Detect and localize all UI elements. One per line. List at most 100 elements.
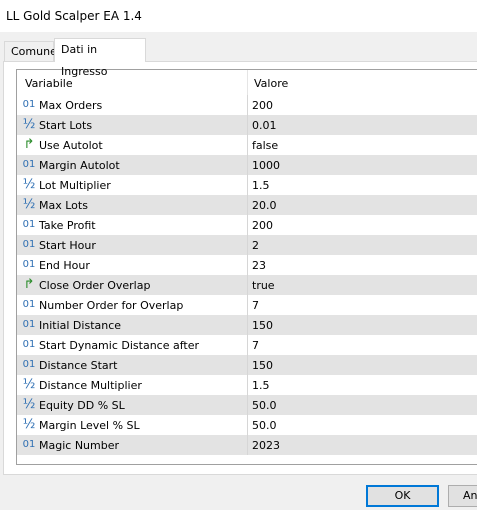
table-row[interactable]: 01 Number Order for Overlap 7 — [17, 295, 477, 315]
variable-name: Initial Distance — [39, 319, 122, 332]
tab-comune[interactable]: Comune — [4, 41, 57, 62]
table-row[interactable]: ½ Start Lots 0.01 — [17, 115, 477, 135]
table-row[interactable]: 01 Max Orders 200 — [17, 95, 477, 115]
table-row[interactable]: ½ Equity DD % SL 50.0 — [17, 395, 477, 415]
variable-name: Use Autolot — [39, 139, 103, 152]
variable-name: Close Order Overlap — [39, 279, 151, 292]
cell-divider — [247, 275, 248, 295]
variable-name: Start Lots — [39, 119, 93, 132]
variable-name: Max Lots — [39, 199, 88, 212]
tab-panel: Variabile Valore 01 Max Orders 200 ½ Start L… — [3, 61, 477, 475]
variable-name: End Hour — [39, 259, 90, 272]
ok-button[interactable]: OK — [366, 485, 439, 507]
variable-value[interactable]: 50.0 — [252, 399, 277, 412]
variable-value[interactable]: 23 — [252, 259, 266, 272]
integer-type-icon: 01 — [22, 339, 36, 350]
cell-divider — [247, 255, 248, 275]
double-type-icon: ½ — [22, 377, 36, 392]
cell-divider — [247, 115, 248, 135]
cell-divider — [247, 135, 248, 155]
column-header-value[interactable]: Valore — [254, 77, 288, 90]
cell-divider — [247, 395, 248, 415]
cell-divider — [247, 95, 248, 115]
table-row[interactable]: ↱ Close Order Overlap true — [17, 275, 477, 295]
variable-value[interactable]: 150 — [252, 359, 273, 372]
integer-type-icon: 01 — [22, 159, 36, 170]
table-row[interactable]: ½ Lot Multiplier 1.5 — [17, 175, 477, 195]
double-type-icon: ½ — [22, 417, 36, 432]
variable-value[interactable]: 150 — [252, 319, 273, 332]
cell-divider — [247, 295, 248, 315]
variable-value[interactable]: 50.0 — [252, 419, 277, 432]
table-row[interactable]: 01 Margin Autolot 1000 — [17, 155, 477, 175]
title-bar: LL Gold Scalper EA 1.4 — [0, 0, 477, 32]
window-title: LL Gold Scalper EA 1.4 — [6, 9, 142, 23]
variable-name: Margin Autolot — [39, 159, 120, 172]
variable-value[interactable]: 20.0 — [252, 199, 277, 212]
variable-value[interactable]: true — [252, 279, 275, 292]
boolean-type-icon: ↱ — [23, 137, 35, 152]
cell-divider — [247, 435, 248, 455]
integer-type-icon: 01 — [22, 239, 36, 250]
variable-name: Margin Level % SL — [39, 419, 140, 432]
table-row[interactable]: 01 Start Dynamic Distance after 7 — [17, 335, 477, 355]
column-divider[interactable] — [247, 70, 248, 95]
table-row[interactable]: ↱ Use Autolot false — [17, 135, 477, 155]
double-type-icon: ½ — [22, 397, 36, 412]
integer-type-icon: 01 — [22, 359, 36, 370]
variable-value[interactable]: 2 — [252, 239, 259, 252]
variable-value[interactable]: 1.5 — [252, 179, 270, 192]
table-row[interactable]: 01 Take Profit 200 — [17, 215, 477, 235]
tab-strip: Comune Dati in Ingresso — [0, 38, 477, 78]
cell-divider — [247, 155, 248, 175]
integer-type-icon: 01 — [22, 439, 36, 450]
double-type-icon: ½ — [22, 197, 36, 212]
cancel-button[interactable]: An — [448, 485, 477, 507]
variable-value[interactable]: 2023 — [252, 439, 280, 452]
table-row[interactable]: ½ Distance Multiplier 1.5 — [17, 375, 477, 395]
variable-name: Magic Number — [39, 439, 120, 452]
variable-value[interactable]: 200 — [252, 99, 273, 112]
variable-name: Number Order for Overlap — [39, 299, 184, 312]
variable-value[interactable]: 200 — [252, 219, 273, 232]
integer-type-icon: 01 — [22, 99, 36, 110]
tab-dati-in-ingresso[interactable]: Dati in Ingresso — [54, 38, 146, 78]
table-row[interactable]: ½ Max Lots 20.0 — [17, 195, 477, 215]
variable-name: Distance Multiplier — [39, 379, 142, 392]
table-row[interactable]: 01 Initial Distance 150 — [17, 315, 477, 335]
cell-divider — [247, 415, 248, 435]
variable-name: Lot Multiplier — [39, 179, 111, 192]
variable-name: Max Orders — [39, 99, 103, 112]
cell-divider — [247, 375, 248, 395]
table-row[interactable]: 01 Start Hour 2 — [17, 235, 477, 255]
variable-value[interactable]: 0.01 — [252, 119, 277, 132]
cell-divider — [247, 195, 248, 215]
cell-divider — [247, 235, 248, 255]
variable-name: Start Hour — [39, 239, 96, 252]
variable-value[interactable]: 7 — [252, 299, 259, 312]
double-type-icon: ½ — [22, 117, 36, 132]
cell-divider — [247, 175, 248, 195]
boolean-type-icon: ↱ — [23, 277, 35, 292]
variable-value[interactable]: 7 — [252, 339, 259, 352]
variable-value[interactable]: false — [252, 139, 278, 152]
variable-name: Start Dynamic Distance after — [39, 339, 199, 352]
cell-divider — [247, 315, 248, 335]
cell-divider — [247, 215, 248, 235]
table-row[interactable]: 01 Distance Start 150 — [17, 355, 477, 375]
cell-divider — [247, 355, 248, 375]
table-row[interactable]: 01 End Hour 23 — [17, 255, 477, 275]
variable-name: Equity DD % SL — [39, 399, 125, 412]
integer-type-icon: 01 — [22, 319, 36, 330]
table-row[interactable]: 01 Magic Number 2023 — [17, 435, 477, 455]
variable-name: Take Profit — [39, 219, 96, 232]
variable-value[interactable]: 1000 — [252, 159, 280, 172]
integer-type-icon: 01 — [22, 259, 36, 270]
variable-name: Distance Start — [39, 359, 118, 372]
integer-type-icon: 01 — [22, 299, 36, 310]
table-row[interactable]: ½ Margin Level % SL 50.0 — [17, 415, 477, 435]
variable-value[interactable]: 1.5 — [252, 379, 270, 392]
inputs-table[interactable]: Variabile Valore 01 Max Orders 200 ½ Start L… — [16, 69, 477, 465]
integer-type-icon: 01 — [22, 219, 36, 230]
cell-divider — [247, 335, 248, 355]
